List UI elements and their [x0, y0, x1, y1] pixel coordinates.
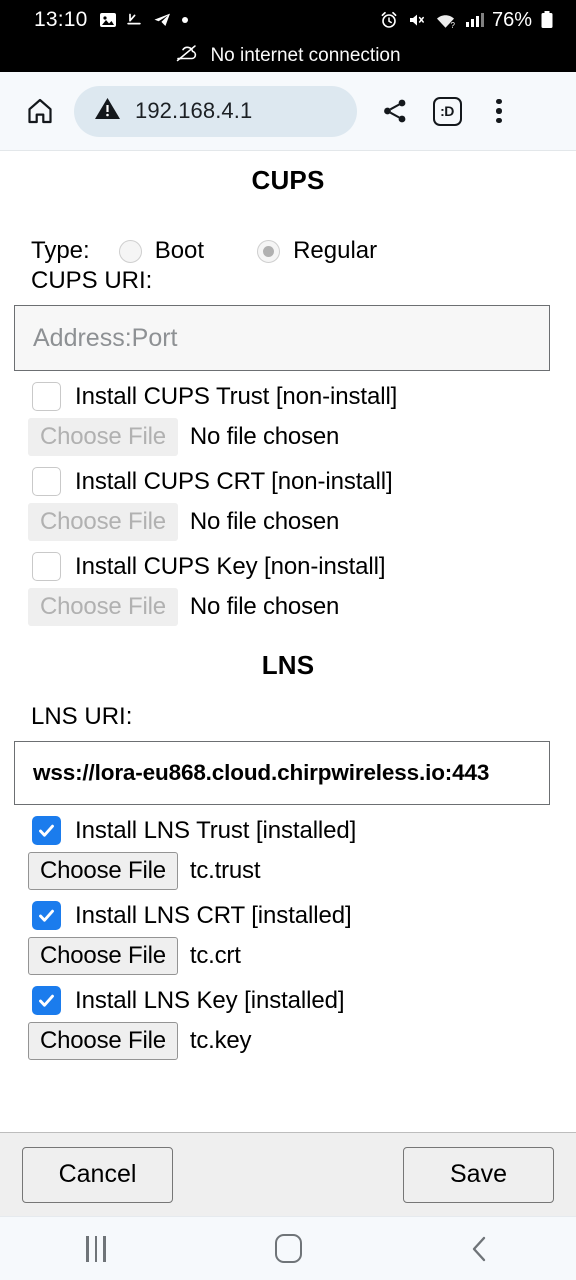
phone-screen: 13:10 ? 76% No internet connection 192.1…: [0, 0, 576, 1280]
cancel-button[interactable]: Cancel: [22, 1146, 173, 1203]
radio-option-regular[interactable]: Regular: [257, 237, 377, 265]
lns-trust-file-name: tc.trust: [189, 857, 261, 884]
telegram-icon: [153, 11, 172, 29]
lns-trust-checkbox[interactable]: [32, 816, 61, 845]
lns-key-checkbox-row[interactable]: Install LNS Key [installed]: [14, 986, 562, 1015]
lns-key-checkbox[interactable]: [32, 986, 61, 1015]
image-icon: [99, 11, 117, 29]
cups-crt-file-name: No file chosen: [189, 508, 340, 535]
download-icon: [126, 11, 144, 29]
cups-key-checkbox[interactable]: [32, 552, 61, 581]
cups-trust-choose-file-button[interactable]: Choose File: [28, 418, 178, 456]
alarm-icon: [379, 10, 399, 30]
lns-trust-label: Install LNS Trust [installed]: [75, 816, 357, 844]
lns-crt-file-name: tc.crt: [189, 942, 241, 969]
url-bar[interactable]: 192.168.4.1: [74, 85, 357, 137]
battery-percent-label: 76%: [491, 8, 532, 31]
cups-key-checkbox-row[interactable]: Install CUPS Key [non-install]: [14, 552, 562, 581]
cups-uri-label: CUPS URI:: [31, 267, 153, 294]
warning-triangle-icon: [94, 96, 121, 126]
form-footer: Cancel Save: [0, 1132, 576, 1216]
lns-trust-checkbox-row[interactable]: Install LNS Trust [installed]: [14, 816, 562, 845]
cups-trust-checkbox[interactable]: [32, 382, 61, 411]
signal-icon: [464, 11, 484, 29]
url-text: 192.168.4.1: [135, 98, 253, 123]
cups-crt-checkbox-row[interactable]: Install CUPS CRT [non-install]: [14, 467, 562, 496]
cups-trust-checkbox-row[interactable]: Install CUPS Trust [non-install]: [14, 382, 562, 411]
lns-crt-label: Install LNS CRT [installed]: [75, 901, 352, 929]
status-bar-right-icons: ? 76%: [379, 9, 554, 32]
cups-crt-choose-file-button[interactable]: Choose File: [28, 503, 178, 541]
radio-boot-label: Boot: [154, 237, 205, 264]
radio-regular-label: Regular: [293, 237, 378, 264]
cups-type-label: Type:: [31, 237, 90, 264]
lns-crt-choose-file-button[interactable]: Choose File: [28, 937, 178, 975]
recents-icon[interactable]: [0, 1235, 192, 1262]
lns-key-file-name: tc.key: [189, 1027, 252, 1054]
lns-crt-checkbox[interactable]: [32, 901, 61, 930]
cups-trust-file-name: No file chosen: [189, 423, 340, 450]
lns-trust-choose-file-button[interactable]: Choose File: [28, 852, 178, 890]
wifi-no-internet-icon: ?: [435, 10, 456, 30]
lns-key-file-row: Choose File tc.key: [14, 1022, 562, 1060]
cups-trust-label: Install CUPS Trust [non-install]: [75, 382, 398, 410]
page-body: CUPS Type: Boot Regular CUPS URI: Addres…: [0, 151, 576, 1216]
cups-crt-file-row: Choose File No file chosen: [14, 503, 562, 541]
cups-crt-checkbox[interactable]: [32, 467, 61, 496]
cups-uri-input[interactable]: Address:Port: [14, 305, 550, 371]
tab-count-label: :D: [432, 96, 462, 126]
browser-toolbar: 192.168.4.1 :D: [0, 72, 576, 151]
home-icon[interactable]: [20, 96, 60, 126]
form-content: CUPS Type: Boot Regular CUPS URI: Addres…: [0, 151, 576, 1132]
radio-regular-input[interactable]: [257, 239, 281, 263]
cups-type-row: Type: Boot Regular: [14, 237, 562, 265]
dot-icon: [181, 16, 189, 24]
no-internet-notification: No internet connection: [0, 40, 576, 72]
lns-uri-label: LNS URI:: [31, 703, 133, 730]
share-icon[interactable]: [369, 96, 421, 126]
back-icon[interactable]: [384, 1234, 576, 1264]
cups-key-file-name: No file chosen: [189, 593, 340, 620]
cloud-off-icon: [175, 44, 199, 68]
cups-key-choose-file-button[interactable]: Choose File: [28, 588, 178, 626]
battery-icon: [540, 10, 554, 30]
tab-counter-icon[interactable]: :D: [421, 96, 473, 126]
status-bar-left-icons: [99, 11, 189, 29]
svg-text:?: ?: [450, 21, 455, 30]
save-button[interactable]: Save: [403, 1146, 554, 1203]
android-nav-bar: [0, 1216, 576, 1280]
mute-icon: [407, 10, 427, 30]
radio-option-boot[interactable]: Boot: [118, 237, 205, 265]
lns-heading: LNS: [261, 650, 315, 680]
cups-key-file-row: Choose File No file chosen: [14, 588, 562, 626]
no-internet-label: No internet connection: [210, 45, 401, 66]
status-bar-clock: 13:10: [34, 8, 88, 31]
lns-key-choose-file-button[interactable]: Choose File: [28, 1022, 178, 1060]
lns-crt-checkbox-row[interactable]: Install LNS CRT [installed]: [14, 901, 562, 930]
home-icon[interactable]: [192, 1234, 384, 1263]
overflow-menu-icon[interactable]: [473, 98, 525, 124]
cups-crt-label: Install CUPS CRT [non-install]: [75, 467, 393, 495]
cups-heading: CUPS: [251, 165, 325, 195]
status-bar: 13:10 ? 76% No internet connection: [0, 0, 576, 72]
radio-boot-input[interactable]: [118, 239, 142, 263]
cups-trust-file-row: Choose File No file chosen: [14, 418, 562, 456]
lns-uri-input[interactable]: wss://lora-eu868.cloud.chirpwireless.io:…: [14, 741, 550, 805]
lns-trust-file-row: Choose File tc.trust: [14, 852, 562, 890]
lns-key-label: Install LNS Key [installed]: [75, 986, 345, 1014]
cups-key-label: Install CUPS Key [non-install]: [75, 552, 386, 580]
lns-crt-file-row: Choose File tc.crt: [14, 937, 562, 975]
